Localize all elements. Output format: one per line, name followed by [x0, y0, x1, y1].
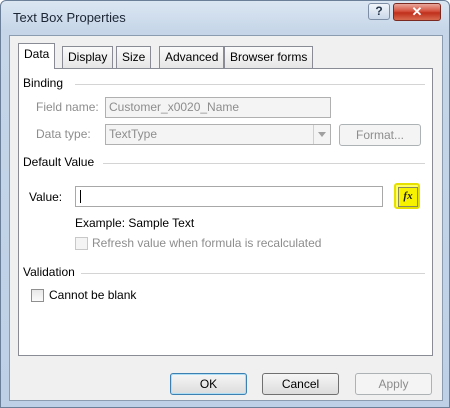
default-value-divider	[103, 163, 425, 164]
tab-panel-data: Binding Field name: Customer_x0020_Name …	[18, 68, 433, 356]
cannot-be-blank-label[interactable]: Cannot be blank	[49, 288, 136, 302]
data-type-label: Data type:	[36, 127, 91, 141]
field-name-value: Customer_x0020_Name	[109, 100, 240, 114]
tab-size[interactable]: Size	[116, 46, 152, 68]
validation-group-label: Validation	[23, 265, 75, 279]
fx-icon: fx	[398, 187, 418, 207]
value-label: Value:	[29, 190, 63, 204]
title-bar[interactable]: Text Box Properties ? ✕	[1, 1, 449, 35]
tab-size-label: Size	[122, 50, 146, 64]
format-button: Format...	[339, 124, 421, 146]
field-name-label: Field name:	[36, 100, 99, 114]
binding-divider	[75, 84, 425, 85]
refresh-value-label: Refresh value when formula is recalculat…	[92, 236, 322, 250]
tab-browser-forms[interactable]: Browser forms	[224, 46, 314, 68]
cancel-button[interactable]: Cancel	[262, 373, 339, 395]
validation-divider	[81, 273, 425, 274]
example-text: Example: Sample Text	[75, 216, 195, 230]
dialog-window: Text Box Properties ? ✕ Data Display Siz…	[0, 0, 450, 408]
data-type-select: TextType	[105, 124, 331, 145]
ok-button[interactable]: OK	[170, 373, 247, 395]
format-button-label: Format...	[355, 128, 404, 142]
default-value-group-label: Default Value	[23, 155, 95, 169]
ok-button-label: OK	[199, 377, 218, 391]
dialog-body: Data Display Size Advanced Browser forms…	[9, 35, 443, 401]
help-button[interactable]: ?	[368, 3, 390, 20]
tab-display[interactable]: Display	[62, 46, 114, 68]
tab-advanced-label: Advanced	[165, 50, 219, 64]
text-caret	[80, 190, 81, 203]
tab-display-label: Display	[68, 50, 108, 64]
tab-advanced[interactable]: Advanced	[159, 46, 225, 68]
apply-button: Apply	[355, 373, 432, 395]
apply-button-label: Apply	[378, 377, 409, 391]
chevron-down-icon	[313, 125, 330, 144]
tab-data-label: Data	[24, 47, 50, 61]
close-button[interactable]: ✕	[393, 3, 441, 21]
cancel-button-label: Cancel	[281, 377, 320, 391]
cannot-be-blank-checkbox[interactable]	[31, 289, 44, 302]
refresh-value-checkbox	[75, 237, 88, 250]
default-value-input[interactable]	[75, 186, 383, 207]
tab-browser-forms-label: Browser forms	[230, 50, 308, 64]
data-type-value: TextType	[109, 127, 158, 141]
tab-data[interactable]: Data	[18, 43, 56, 69]
window-title: Text Box Properties	[13, 10, 126, 25]
binding-group-label: Binding	[23, 76, 64, 90]
field-name-input: Customer_x0020_Name	[105, 97, 331, 118]
formula-button[interactable]: fx	[394, 183, 420, 209]
